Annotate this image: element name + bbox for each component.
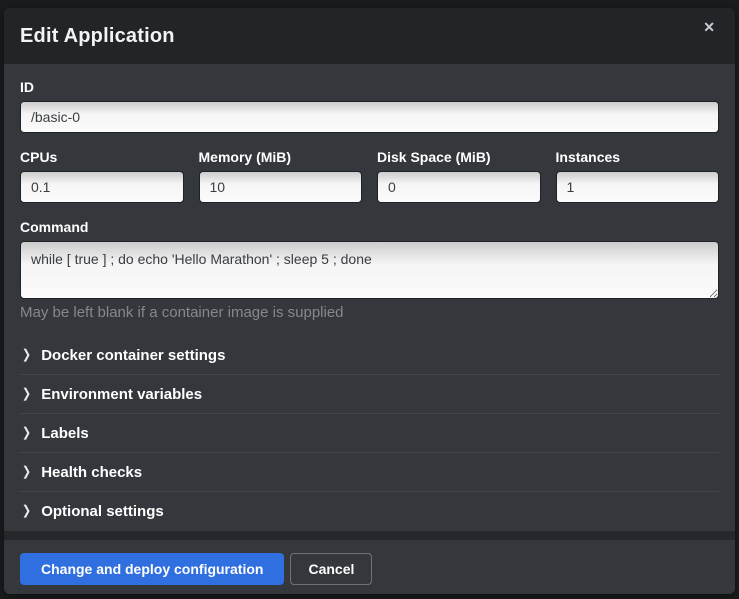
id-input[interactable]	[20, 101, 719, 133]
section-label: Docker container settings	[41, 347, 225, 364]
edit-application-modal: Edit Application ✕ ID CPUs Memory (MiB) …	[4, 8, 735, 594]
chevron-right-icon: ❯	[22, 426, 31, 439]
disk-input[interactable]	[377, 171, 541, 203]
resources-row: CPUs Memory (MiB) Disk Space (MiB) Insta…	[20, 149, 719, 203]
chevron-right-icon: ❯	[22, 387, 31, 400]
chevron-right-icon: ❯	[22, 505, 31, 518]
section-label: Optional settings	[41, 503, 164, 520]
collapsible-sections: ❯ Docker container settings ❯ Environmen…	[20, 336, 719, 531]
id-field-label: ID	[20, 79, 719, 95]
footer-divider	[4, 531, 735, 540]
memory-input[interactable]	[199, 171, 363, 203]
section-environment-variables[interactable]: ❯ Environment variables	[20, 375, 719, 414]
command-field-group: Command while [ true ] ; do echo 'Hello …	[20, 219, 719, 321]
section-health-checks[interactable]: ❯ Health checks	[20, 453, 719, 492]
section-optional-settings[interactable]: ❯ Optional settings	[20, 492, 719, 531]
disk-field-group: Disk Space (MiB)	[377, 149, 541, 203]
modal-header: Edit Application ✕	[4, 8, 735, 64]
instances-input[interactable]	[556, 171, 720, 203]
section-docker-container-settings[interactable]: ❯ Docker container settings	[20, 336, 719, 375]
instances-field-label: Instances	[556, 149, 720, 165]
memory-field-group: Memory (MiB)	[199, 149, 363, 203]
change-and-deploy-button[interactable]: Change and deploy configuration	[20, 553, 284, 585]
section-label: Health checks	[41, 464, 142, 481]
memory-field-label: Memory (MiB)	[199, 149, 363, 165]
modal-title: Edit Application	[20, 25, 175, 48]
section-label: Environment variables	[41, 386, 202, 403]
close-icon[interactable]: ✕	[699, 16, 719, 38]
id-field-group: ID	[20, 79, 719, 133]
section-label: Labels	[41, 425, 89, 442]
command-help-text: May be left blank if a container image i…	[20, 304, 719, 321]
chevron-right-icon: ❯	[22, 465, 31, 478]
modal-footer: Change and deploy configuration Cancel	[4, 540, 735, 594]
cpus-field-group: CPUs	[20, 149, 184, 203]
chevron-right-icon: ❯	[22, 348, 31, 361]
section-labels[interactable]: ❯ Labels	[20, 414, 719, 453]
disk-field-label: Disk Space (MiB)	[377, 149, 541, 165]
cpus-input[interactable]	[20, 171, 184, 203]
instances-field-group: Instances	[556, 149, 720, 203]
cancel-button[interactable]: Cancel	[290, 553, 372, 585]
modal-body: ID CPUs Memory (MiB) Disk Space (MiB) In…	[4, 64, 735, 531]
command-field-label: Command	[20, 219, 719, 235]
command-textarea[interactable]: while [ true ] ; do echo 'Hello Marathon…	[20, 241, 719, 299]
cpus-field-label: CPUs	[20, 149, 184, 165]
